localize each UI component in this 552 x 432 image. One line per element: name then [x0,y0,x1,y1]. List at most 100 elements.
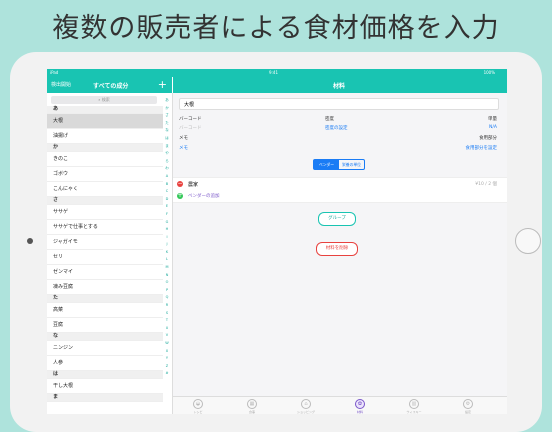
index-letter[interactable]: Z [163,363,171,371]
index-letter[interactable]: W [163,340,171,348]
list-item[interactable]: きのこ [47,152,163,167]
list-item[interactable]: 豆腐 [47,318,163,333]
index-letter[interactable]: ら [163,158,171,166]
add-vendor-row[interactable]: + ベンダーの追加 [173,191,507,203]
index-letter[interactable]: H [163,226,171,234]
app-screen: iPad 9:41 100% 検出開始 すべての成分 + 材料 ⌕ 検索 あ大根… [47,69,507,414]
list-item[interactable]: ゼンマイ [47,265,163,280]
index-letter[interactable]: J [163,241,171,249]
search-input[interactable]: ⌕ 検索 [51,96,157,104]
index-letter[interactable]: E [163,203,171,211]
list-item[interactable]: ニンジン [47,341,163,356]
vendor-row[interactable]: − 農家 ¥10 / 2 個 [173,177,507,192]
tab-calendar[interactable]: ▦ 食事 [237,399,267,414]
index-letter[interactable]: V [163,332,171,340]
camera-dot [27,238,33,244]
index-letter[interactable]: K [163,249,171,257]
section-index[interactable]: あかさたなはまやらわ A B C D E F G H I J K L M N O P Q R S T U V W X Y Z # [163,97,171,378]
memo-label: メモ [179,136,188,141]
delete-vendor-icon[interactable]: − [177,181,183,187]
tab-dish[interactable]: ◒ レシピ [183,399,213,414]
section-header: あ [47,106,163,114]
density-label: 密度 [325,117,334,122]
home-button[interactable] [515,228,541,254]
list-item[interactable]: 高菜 [47,303,163,318]
index-letter[interactable]: U [163,325,171,333]
tab-cart[interactable]: ⌂ ショッピング [291,399,321,414]
list-item[interactable]: 凍み豆腐 [47,280,163,295]
mode-segmented-control[interactable]: ベンダー 栄養の単位 [313,159,365,170]
index-letter[interactable]: ま [163,143,171,151]
segment-nutrition[interactable]: 栄養の単位 [339,160,364,169]
usage-label: 食用部分 [479,136,497,141]
index-letter[interactable]: T [163,317,171,325]
section-header: か [47,144,163,152]
index-letter[interactable]: さ [163,112,171,120]
index-letter[interactable]: # [163,370,171,378]
carrier-label: iPad [50,70,59,75]
tab-vegetable[interactable]: ✿ 材料 [345,399,375,414]
index-letter[interactable]: や [163,150,171,158]
index-letter[interactable]: F [163,211,171,219]
list-item[interactable]: こんにゃく [47,182,163,197]
delete-ingredient-button[interactable]: 材料を削除 [316,242,358,256]
index-letter[interactable]: あ [163,97,171,105]
index-letter[interactable]: L [163,256,171,264]
index-letter[interactable]: わ [163,165,171,173]
tab-gear[interactable]: ⚙ 設定 [453,399,483,414]
list-item[interactable]: ゴボウ [47,167,163,182]
list-item[interactable]: ササゲ [47,205,163,220]
index-letter[interactable]: な [163,127,171,135]
list-item[interactable]: ジャガイモ [47,235,163,250]
index-letter[interactable]: B [163,181,171,189]
segment-vendor[interactable]: ベンダー [314,160,339,169]
index-letter[interactable]: O [163,279,171,287]
index-letter[interactable]: A [163,173,171,181]
index-letter[interactable]: は [163,135,171,143]
index-letter[interactable]: C [163,188,171,196]
index-letter[interactable]: R [163,302,171,310]
tab-glass[interactable]: ▥ ウィスキー [399,399,429,414]
clock: 9:41 [269,70,278,75]
index-letter[interactable]: か [163,105,171,113]
usage-link[interactable]: 食用部分を設定 [466,145,498,151]
unit-label: 単量 [488,117,497,122]
unit-value[interactable]: N/A [489,125,497,130]
group-button[interactable]: グループ [318,212,356,226]
ingredient-sidebar: ⌕ 検索 あ大根 油揚げかきのこ ゴボウ こんにゃくさササゲ ササゲで仕事とする ジャガイ… [47,93,173,414]
index-letter[interactable]: X [163,348,171,356]
section-header: た [47,295,163,303]
density-link[interactable]: 密度の設定 [325,125,348,131]
dish-icon: ◒ [193,399,203,409]
tab-label: 設定 [464,410,471,414]
list-item[interactable]: セリ [47,250,163,265]
index-letter[interactable]: P [163,287,171,295]
add-vendor-icon[interactable]: + [177,193,183,199]
memo-field[interactable]: メモ [179,145,188,151]
index-letter[interactable]: M [163,264,171,272]
detail-pane: 大根 バーコード バーコード 密度 密度の設定 単量 N/A メモ メモ 食用部… [173,93,507,414]
name-field[interactable]: 大根 [179,98,499,110]
list-item[interactable]: 人参 [47,356,163,371]
list-item[interactable]: 干し大根 [47,379,163,394]
index-letter[interactable]: I [163,234,171,242]
index-letter[interactable]: G [163,219,171,227]
index-letter[interactable]: S [163,310,171,318]
list-navbar: 検出開始 すべての成分 + [47,77,172,93]
tab-label: ショッピング [296,410,315,414]
index-letter[interactable]: Y [163,355,171,363]
index-letter[interactable]: Q [163,294,171,302]
list-item[interactable]: 油揚げ [47,129,163,144]
barcode-field[interactable]: バーコード [179,125,202,131]
list-item[interactable]: ササゲで仕事とする [47,220,163,235]
tab-bar: ◒ レシピ ▦ 食事 ⌂ ショッピング ✿ 材料 ▥ ウィスキー ⚙ 設定 [173,396,507,414]
vendor-price: ¥10 / 2 個 [475,182,497,187]
index-letter[interactable]: た [163,120,171,128]
index-letter[interactable]: D [163,196,171,204]
section-header: さ [47,197,163,205]
edit-button[interactable]: 検出開始 [51,81,71,88]
index-letter[interactable]: N [163,272,171,280]
list-title: すべての成分 [93,83,129,90]
list-item[interactable]: 大根 [47,114,163,129]
add-ingredient-button[interactable]: + [158,78,167,91]
